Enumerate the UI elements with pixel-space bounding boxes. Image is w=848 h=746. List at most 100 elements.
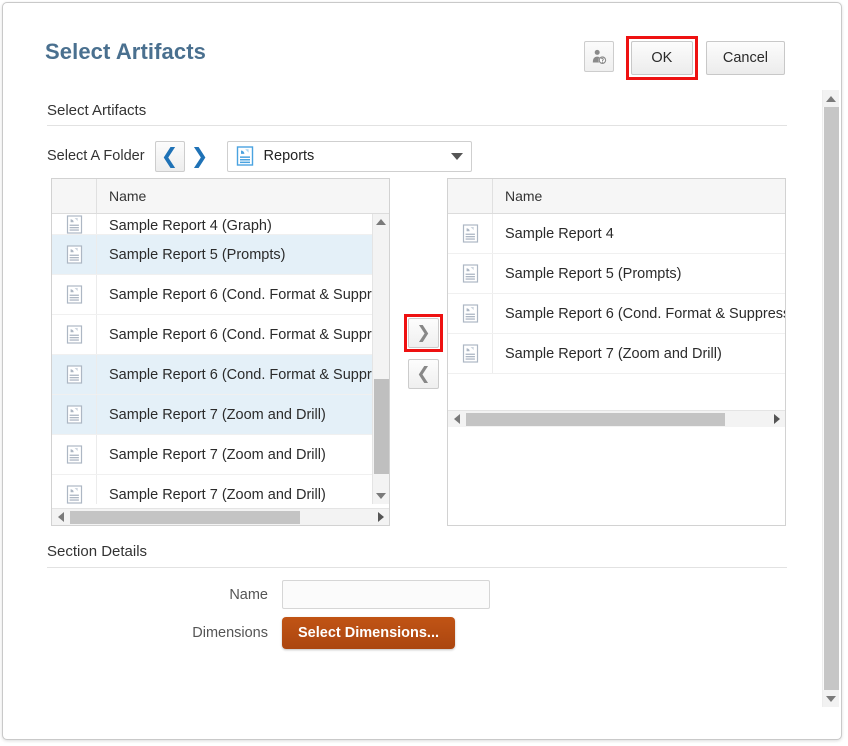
available-name-column-header: Name bbox=[97, 188, 146, 204]
report-document-icon bbox=[462, 224, 479, 243]
report-document-icon bbox=[66, 365, 83, 384]
ok-button[interactable]: OK bbox=[631, 41, 693, 75]
list-item[interactable]: Sample Report 4 bbox=[448, 214, 785, 254]
selected-scroll-left-button[interactable] bbox=[448, 414, 465, 424]
dialog-action-bar: OK Cancel bbox=[584, 41, 785, 80]
selected-scroll-right-button[interactable] bbox=[768, 414, 785, 424]
folder-dropdown[interactable]: Reports bbox=[227, 141, 472, 172]
select-folder-label: Select A Folder bbox=[47, 148, 145, 164]
list-item[interactable]: Sample Report 7 (Zoom and Drill) bbox=[52, 395, 389, 435]
list-item-label: Sample Report 6 (Cond. Format & Suppress… bbox=[97, 287, 389, 303]
available-list-header: Name bbox=[52, 179, 389, 214]
chevron-left-icon: ❮ bbox=[161, 146, 179, 167]
available-artifacts-list[interactable]: Sample Report 4 (Graph) Sample Report 5 (… bbox=[52, 214, 389, 504]
report-document-icon bbox=[66, 215, 83, 234]
available-scroll-left-button[interactable] bbox=[52, 512, 69, 522]
list-item-icon bbox=[52, 275, 97, 314]
available-scroll-down-button[interactable] bbox=[373, 488, 389, 504]
user-permissions-icon bbox=[591, 49, 607, 65]
list-item-label: Sample Report 5 (Prompts) bbox=[97, 247, 285, 263]
available-artifacts-panel: Name Sample Report 4 (Graph)Sample Repor… bbox=[51, 178, 390, 526]
available-scroll-right-button[interactable] bbox=[372, 512, 389, 522]
list-item[interactable]: Sample Report 7 (Zoom and Drill) bbox=[52, 435, 389, 475]
list-item[interactable]: Sample Report 5 (Prompts) bbox=[52, 235, 389, 275]
report-document-icon bbox=[462, 304, 479, 323]
list-item-icon bbox=[448, 334, 493, 373]
list-item-partial[interactable]: Sample Report 4 (Graph) bbox=[52, 214, 389, 235]
report-document-icon bbox=[66, 405, 83, 424]
list-item-label: Sample Report 7 (Zoom and Drill) bbox=[97, 447, 326, 463]
list-item[interactable]: Sample Report 6 (Cond. Format & Suppress… bbox=[52, 315, 389, 355]
list-item-label: Sample Report 7 (Zoom and Drill) bbox=[97, 407, 326, 423]
selected-hscroll-thumb[interactable] bbox=[466, 413, 725, 426]
list-item[interactable]: Sample Report 5 (Prompts) bbox=[448, 254, 785, 294]
page-scroll-up-button[interactable] bbox=[823, 90, 839, 107]
list-item-label: Sample Report 4 (Graph) bbox=[97, 218, 272, 234]
section-details-divider bbox=[47, 567, 787, 568]
list-item-icon bbox=[52, 475, 97, 504]
remove-artifact-button[interactable]: ❮ bbox=[408, 359, 439, 389]
triangle-up-icon bbox=[826, 96, 836, 102]
list-item-label: Sample Report 4 bbox=[493, 226, 614, 242]
report-document-icon bbox=[462, 264, 479, 283]
triangle-right-icon bbox=[378, 512, 384, 522]
screenshot-root: Select Artifacts OK Cancel Select Artifa… bbox=[0, 0, 848, 746]
section-details-heading: Section Details bbox=[47, 543, 147, 560]
chevron-left-icon: ❮ bbox=[416, 366, 430, 383]
list-item-icon bbox=[52, 395, 97, 434]
folder-back-button[interactable]: ❮ bbox=[155, 141, 185, 172]
page-vertical-scrollbar[interactable] bbox=[822, 90, 839, 707]
report-document-icon bbox=[66, 485, 83, 504]
list-item-icon bbox=[52, 315, 97, 354]
available-list-vertical-scrollbar[interactable] bbox=[372, 214, 389, 504]
available-icon-column-header bbox=[52, 179, 97, 213]
list-item[interactable]: Sample Report 6 (Cond. Format & Suppress… bbox=[52, 355, 389, 395]
page-title: Select Artifacts bbox=[45, 39, 206, 65]
selected-icon-column-header bbox=[448, 179, 493, 213]
caret-down-icon bbox=[451, 153, 463, 160]
triangle-down-icon bbox=[376, 493, 386, 499]
triangle-down-icon bbox=[826, 696, 836, 702]
available-scroll-up-button[interactable] bbox=[373, 214, 389, 230]
list-item-icon bbox=[52, 214, 97, 234]
selected-list-horizontal-scrollbar[interactable] bbox=[448, 410, 785, 427]
user-permissions-button[interactable] bbox=[584, 41, 614, 72]
chevron-right-icon: ❯ bbox=[191, 146, 209, 167]
available-list-horizontal-scrollbar[interactable] bbox=[52, 508, 389, 525]
list-item-label: Sample Report 6 (Cond. Format & Suppress… bbox=[97, 327, 389, 343]
name-input[interactable] bbox=[282, 580, 490, 609]
triangle-left-icon bbox=[58, 512, 64, 522]
add-button-highlight: ❯ bbox=[404, 314, 443, 352]
folder-forward-button[interactable]: ❯ bbox=[185, 141, 215, 172]
list-item[interactable]: Sample Report 6 (Cond. Format & Suppress… bbox=[52, 275, 389, 315]
transfer-button-group: ❯ ❮ bbox=[404, 314, 443, 389]
page-scroll-thumb[interactable] bbox=[824, 107, 839, 690]
ok-button-highlight: OK bbox=[626, 36, 698, 80]
chevron-right-icon: ❯ bbox=[416, 325, 430, 342]
list-item[interactable]: Sample Report 7 (Zoom and Drill) bbox=[448, 334, 785, 374]
selected-artifacts-list[interactable]: Sample Report 4 Sample Report 5 (Prompts)… bbox=[448, 214, 785, 410]
select-artifacts-divider bbox=[47, 125, 787, 126]
cancel-button[interactable]: Cancel bbox=[706, 41, 785, 75]
list-item-label: Sample Report 7 (Zoom and Drill) bbox=[97, 487, 326, 503]
page-scroll-down-button[interactable] bbox=[823, 690, 839, 707]
report-document-icon bbox=[66, 445, 83, 464]
list-item[interactable]: Sample Report 6 (Cond. Format & Suppress… bbox=[448, 294, 785, 334]
selected-list-header: Name bbox=[448, 179, 785, 214]
triangle-right-icon bbox=[774, 414, 780, 424]
available-hscroll-thumb[interactable] bbox=[70, 511, 300, 524]
list-item-icon bbox=[52, 355, 97, 394]
folder-picker-row: Select A Folder ❮ ❯ Reports bbox=[47, 140, 472, 172]
available-scroll-thumb[interactable] bbox=[374, 379, 389, 474]
triangle-up-icon bbox=[376, 219, 386, 225]
list-item[interactable]: Sample Report 7 (Zoom and Drill) bbox=[52, 475, 389, 504]
list-item-icon bbox=[52, 435, 97, 474]
list-item-icon bbox=[448, 214, 493, 253]
dimensions-field-row: Dimensions Select Dimensions... bbox=[178, 617, 455, 649]
select-artifacts-section-heading: Select Artifacts bbox=[47, 102, 146, 119]
add-artifact-button[interactable]: ❯ bbox=[408, 318, 439, 348]
triangle-left-icon bbox=[454, 414, 460, 424]
report-document-icon bbox=[236, 146, 254, 166]
select-dimensions-button[interactable]: Select Dimensions... bbox=[282, 617, 455, 649]
selected-artifacts-panel: Name Sample Report 4 Sample Report 5 (Pro… bbox=[447, 178, 786, 526]
